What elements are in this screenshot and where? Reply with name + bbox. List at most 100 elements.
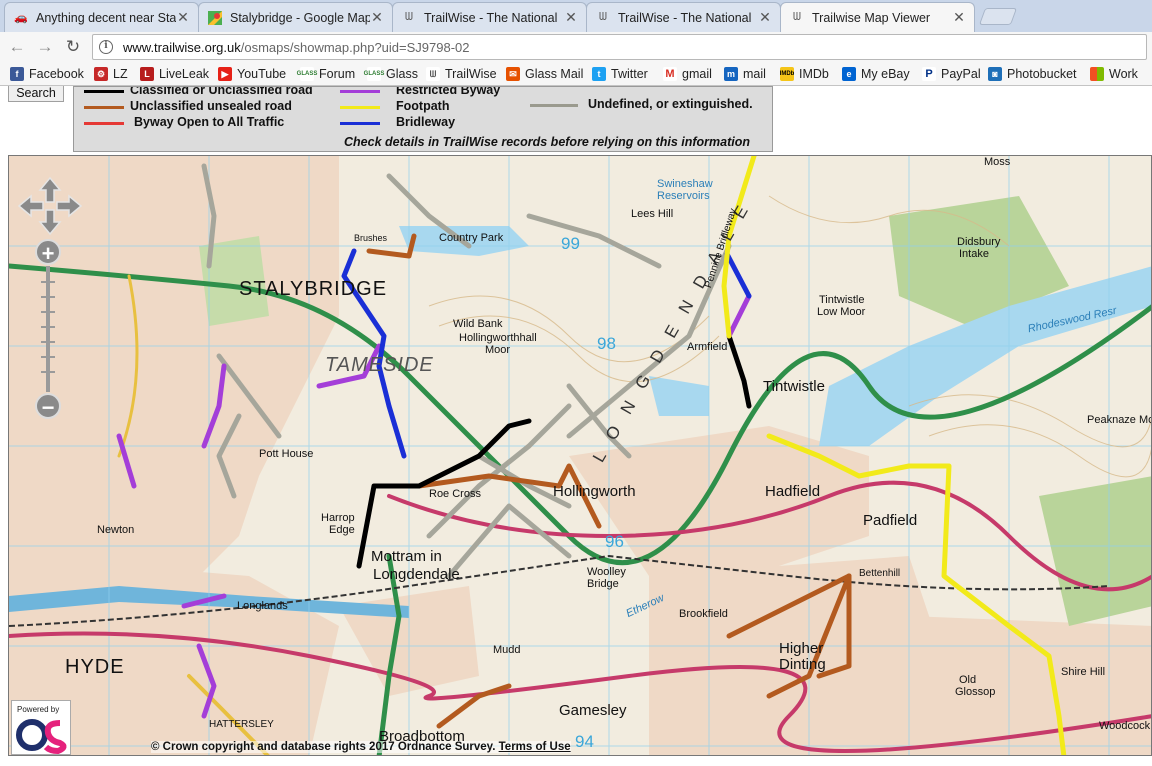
- glass-icon: GLASS: [364, 67, 384, 81]
- place-tameside: TAMESIDE: [325, 354, 434, 376]
- os-map-viewer[interactable]: STALYBRIDGE TAMESIDE HYDE Hollingworth H…: [8, 155, 1152, 756]
- bookmark-glass[interactable]: GLASS Glass: [364, 66, 418, 82]
- place-gamesley: Gamesley: [559, 702, 627, 719]
- close-icon[interactable]: ✕: [176, 9, 190, 26]
- pan-control-icon[interactable]: [15, 176, 85, 236]
- place-woolley: Woolley: [587, 566, 626, 578]
- tab-3[interactable]: ᗯ TrailWise - The National ✕: [586, 2, 781, 32]
- legend-swatch-boat: [84, 122, 124, 125]
- place-moor: Moor: [485, 344, 511, 356]
- ordnance-survey-icon: [16, 719, 67, 755]
- place-hadfield: Hadfield: [765, 483, 821, 500]
- grid-label-98: 98: [597, 334, 616, 353]
- search-button[interactable]: Search: [8, 86, 64, 102]
- place-shire-hill: Shire Hill: [1061, 666, 1106, 678]
- place-woodcock: Woodcock: [1099, 720, 1151, 732]
- place-country-park: Country Park: [439, 232, 504, 244]
- forward-icon[interactable]: →: [34, 36, 56, 58]
- bookmark-label: Twitter: [611, 67, 648, 81]
- bookmark-photobucket[interactable]: ◙ Photobucket: [988, 66, 1077, 82]
- reload-icon[interactable]: ↻: [62, 36, 84, 58]
- info-icon[interactable]: i: [99, 40, 113, 54]
- url-host: www.trailwise.org.uk: [123, 39, 241, 55]
- tab-1[interactable]: Stalybridge - Google Map ✕: [198, 2, 393, 32]
- legend-label-undefined: Undefined, or extinguished.: [588, 97, 753, 111]
- paypal-icon: P: [922, 67, 936, 81]
- powered-by-label: Powered by: [17, 705, 60, 714]
- place-roe-cross: Roe Cross: [429, 488, 481, 500]
- grid-label-99: 99: [561, 234, 580, 253]
- trailwise-icon: ᗯ: [793, 11, 801, 23]
- legend-swatch-road: [84, 90, 124, 93]
- new-tab-button[interactable]: [978, 8, 1018, 25]
- place-padfield: Padfield: [863, 512, 918, 529]
- bookmark-label: PayPal: [941, 67, 981, 81]
- tab-2[interactable]: ᗯ TrailWise - The National ✕: [392, 2, 587, 32]
- place-hollingworth: Hollingworth: [553, 483, 636, 500]
- place-peaknaze-moor: Peaknaze Mo: [1087, 414, 1152, 426]
- place-moss: Moss: [984, 156, 1011, 168]
- bookmark-paypal[interactable]: P PayPal: [922, 66, 981, 82]
- bookmark-label: Forum: [319, 67, 356, 81]
- place-bridge: Bridge: [587, 578, 619, 590]
- legend-swatch-restricted: [340, 90, 380, 93]
- bookmark-label: Photobucket: [1007, 67, 1077, 81]
- bookmark-youtube[interactable]: ▶ YouTube: [218, 66, 286, 82]
- zoom-tick: [41, 371, 55, 373]
- bookmark-forum[interactable]: GLASS Forum: [297, 66, 356, 82]
- bookmark-trailwise[interactable]: ᗯ TrailWise: [426, 66, 497, 82]
- zoom-tick: [41, 326, 55, 328]
- os-logo[interactable]: Powered by: [11, 700, 71, 755]
- copyright-text: © Crown copyright and database rights 20…: [151, 741, 496, 753]
- place-mottram: Mottram in: [371, 548, 442, 565]
- legend-label-road: Classified or Unclassified road: [130, 86, 313, 97]
- glass-mail-icon: ✉: [506, 67, 520, 81]
- place-bettenhill: Bettenhill: [859, 568, 901, 579]
- bookmark-mail[interactable]: m mail: [724, 66, 766, 82]
- bookmark-label: My eBay: [861, 67, 910, 81]
- place-higher-dinting: Higher: [779, 640, 824, 657]
- bookmark-label: LZ: [113, 67, 128, 81]
- bookmark-liveleak[interactable]: L LiveLeak: [140, 66, 209, 82]
- bookmark-label: gmail: [682, 67, 712, 81]
- close-icon[interactable]: ✕: [370, 9, 384, 26]
- tab-4[interactable]: ᗯ Trailwise Map Viewer ✕: [780, 2, 975, 32]
- zoom-tick: [41, 296, 55, 298]
- bookmark-lz[interactable]: ⚙ LZ: [94, 66, 128, 82]
- place-dinting: Dinting: [779, 656, 826, 673]
- bookmark-gmail[interactable]: Mgmail: [663, 66, 712, 82]
- legend-label-restricted: Restricted Byway: [396, 86, 501, 97]
- bookmark-ebay[interactable]: e My eBay: [842, 66, 910, 82]
- bookmark-work[interactable]: Work: [1090, 66, 1138, 82]
- zoom-out-button[interactable]: −: [35, 393, 61, 420]
- tab-0[interactable]: 🚗 Anything decent near Sta ✕: [4, 2, 199, 32]
- place-longlands: Longlands: [237, 600, 288, 612]
- close-icon[interactable]: ✕: [952, 9, 966, 26]
- bookmark-imdb[interactable]: IMDb IMDb: [780, 66, 829, 82]
- address-bar[interactable]: i www.trailwise.org.uk/osmaps/showmap.ph…: [92, 34, 1147, 60]
- liveleak-icon: L: [140, 67, 154, 81]
- zoom-tick: [41, 341, 55, 343]
- bookmark-label: Glass: [386, 67, 418, 81]
- back-icon[interactable]: ←: [6, 36, 28, 58]
- close-icon[interactable]: ✕: [758, 9, 772, 26]
- zoom-in-button[interactable]: +: [35, 239, 61, 266]
- bookmark-glass-mail[interactable]: ✉ Glass Mail: [506, 66, 583, 82]
- bookmark-twitter[interactable]: t Twitter: [592, 66, 648, 82]
- windows-icon: [1090, 67, 1104, 81]
- legend-note: Check details in TrailWise records befor…: [344, 135, 750, 149]
- place-armfield: Armfield: [687, 341, 728, 353]
- place-swineshaw: Swineshaw: [657, 178, 713, 190]
- place-low-moor: Low Moor: [817, 306, 866, 318]
- glass-forum-icon: GLASS: [297, 67, 317, 81]
- legend-label-unsealed: Unclassified unsealed road: [130, 99, 292, 113]
- zoom-slider[interactable]: [46, 266, 50, 392]
- zoom-tick: [41, 281, 55, 283]
- photobucket-icon: ◙: [988, 67, 1002, 81]
- mail-icon: m: [724, 67, 738, 81]
- gmail-icon: M: [663, 67, 677, 81]
- close-icon[interactable]: ✕: [564, 9, 578, 26]
- bookmark-facebook[interactable]: f Facebook: [10, 66, 84, 82]
- legend-label-bridleway: Bridleway: [396, 115, 456, 129]
- terms-of-use-link[interactable]: Terms of Use: [499, 741, 571, 753]
